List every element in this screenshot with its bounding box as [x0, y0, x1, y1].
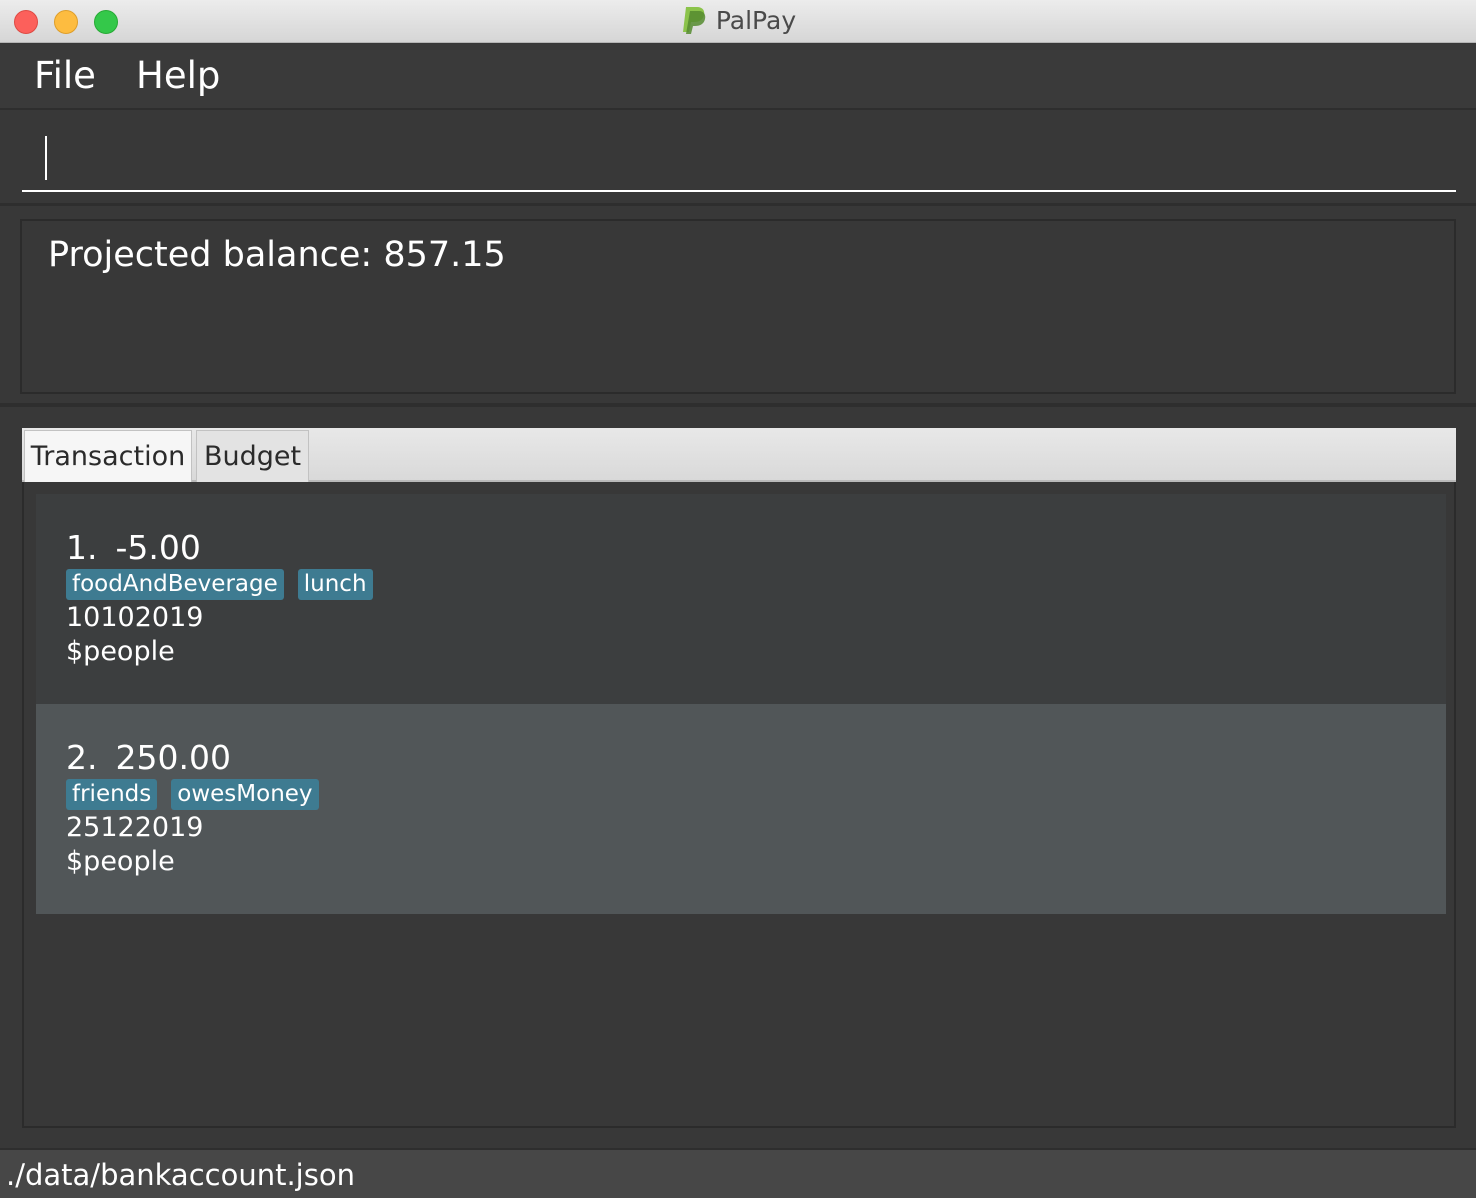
command-input[interactable]	[22, 132, 1456, 192]
transaction-card[interactable]: 2. 250.00 friends owesMoney 25122019 $peo…	[36, 704, 1446, 914]
save-location-path: ./data/bankaccount.json	[6, 1158, 355, 1192]
tag-list: friends owesMoney	[66, 779, 319, 810]
menu-help[interactable]: Help	[136, 54, 220, 97]
result-display: Projected balance: 857.15	[20, 219, 1456, 394]
transaction-people: $people	[66, 846, 175, 877]
transaction-card[interactable]: 1. -5.00 foodAndBeverage lunch 10102019 $…	[36, 494, 1446, 704]
menu-file[interactable]: File	[34, 54, 96, 97]
text-caret	[45, 136, 47, 180]
window-title: PalPay	[715, 5, 797, 35]
transaction-index: 1.	[66, 528, 98, 567]
tag-label: owesMoney	[171, 779, 319, 810]
tab-budget[interactable]: Budget	[196, 430, 309, 482]
window-title-wrap: PalPay	[0, 5, 1476, 39]
transaction-date: 10102019	[66, 602, 204, 633]
tab-transaction[interactable]: Transaction	[24, 430, 192, 482]
transaction-header: 2. 250.00	[66, 738, 231, 777]
tag-label: foodAndBeverage	[66, 569, 284, 600]
paypal-p-logo-icon	[682, 7, 706, 34]
tag-label: lunch	[297, 569, 373, 600]
tag-list: foodAndBeverage lunch	[66, 569, 373, 600]
projected-balance-text: Projected balance: 857.15	[48, 235, 506, 275]
transaction-date: 25122019	[66, 812, 204, 843]
title-bar: PalPay	[0, 0, 1476, 43]
menu-bar: File Help	[0, 44, 1476, 110]
command-box-area	[0, 110, 1476, 206]
transaction-amount: -5.00	[115, 528, 201, 567]
status-bar: ./data/bankaccount.json	[0, 1148, 1476, 1198]
transaction-header: 1. -5.00	[66, 528, 201, 567]
section-divider	[0, 403, 1476, 407]
transaction-index: 2.	[66, 738, 98, 777]
tag-label: friends	[66, 779, 158, 810]
transaction-amount: 250.00	[115, 738, 231, 777]
transaction-people: $people	[66, 636, 175, 667]
tab-header: Transaction Budget	[22, 428, 1456, 482]
transaction-list[interactable]: 1. -5.00 foodAndBeverage lunch 10102019 $…	[22, 482, 1456, 1128]
